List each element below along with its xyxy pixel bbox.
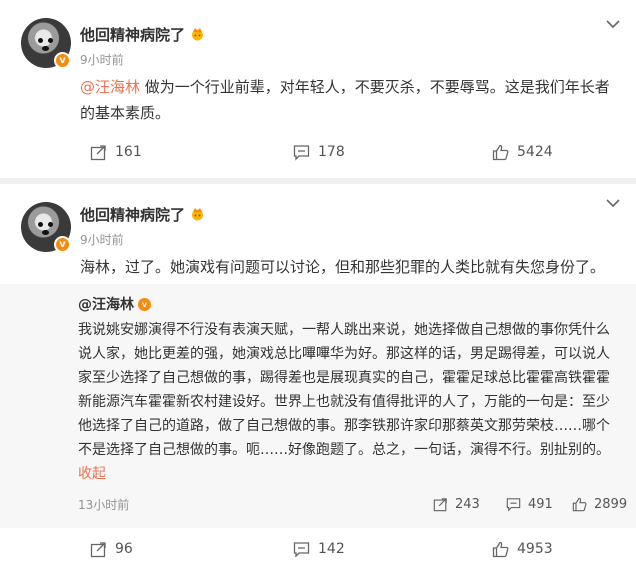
like-button[interactable]: 5424 [492,137,553,167]
chevron-down-icon[interactable] [606,19,620,29]
like-count: 5424 [517,144,553,160]
weibo-post-card: v 他回精神病院了 9小时前 海林，过了。她演戏有问题可以讨论，但和那些犯罪的人… [0,184,636,572]
post-text: 海林，过了。她演戏有问题可以讨论，但和那些犯罪的人类比就有失您身份了。 [80,258,606,276]
repost-button[interactable]: 96 [90,534,133,564]
post-time[interactable]: 9小时前 [80,51,124,68]
retweet-author[interactable]: @汪海林 v [78,294,151,314]
retweet-comment-button[interactable]: 491 [506,491,553,517]
thumbs-up-icon [492,144,509,160]
collapse-link[interactable]: 收起 [78,466,106,482]
repost-icon [433,497,447,511]
action-bar: 96 142 4953 [0,534,636,564]
retweet-like-button[interactable]: 2899 [572,491,627,517]
retweet-time[interactable]: 13小时前 [78,496,129,513]
thumbs-up-icon [492,541,509,557]
like-button[interactable]: 4953 [492,534,553,564]
comment-icon [293,541,310,558]
comment-count: 178 [318,144,345,160]
like-count: 4953 [517,541,553,557]
post-time[interactable]: 9小时前 [80,231,124,248]
username[interactable]: 他回精神病院了 [80,24,185,45]
comment-icon [293,144,310,161]
repost-icon [90,541,106,557]
weibo-post-card: v 他回精神病院了 9小时前 @汪海林 做为一个行业前辈，对年轻人，不要灭杀，不… [0,0,636,178]
crown-icon [192,208,203,221]
crown-icon [192,28,203,41]
retweet-box[interactable]: @汪海林 v 我说姚安娜演得不行没有表演天赋，一帮人跳出来说，她选择做自己想做的… [0,284,636,528]
post-text: @汪海林 做为一个行业前辈，对年轻人，不要灭杀，不要辱骂。这是我们年长者的基本素… [80,78,610,122]
chevron-down-icon[interactable] [606,198,620,208]
repost-count: 96 [115,541,133,557]
comment-icon [506,497,521,512]
action-bar: 161 178 5424 [0,137,636,167]
verified-badge-icon: v [54,236,71,253]
thumbs-up-icon [572,497,587,511]
username[interactable]: 他回精神病院了 [80,204,185,225]
repost-icon [90,144,106,160]
mention-link[interactable]: @汪海林 [80,78,140,96]
verified-badge-icon: v [138,297,151,311]
comment-button[interactable]: 178 [293,137,345,167]
verified-badge-icon: v [54,52,71,69]
repost-count: 161 [115,144,142,160]
comment-count: 142 [318,541,345,557]
repost-button[interactable]: 161 [90,137,142,167]
retweet-repost-button[interactable]: 243 [433,491,480,517]
retweet-text: 我说姚安娜演得不行没有表演天赋，一帮人跳出来说，她选择做自己想做的事你凭什么说人… [78,322,610,482]
comment-button[interactable]: 142 [293,534,345,564]
